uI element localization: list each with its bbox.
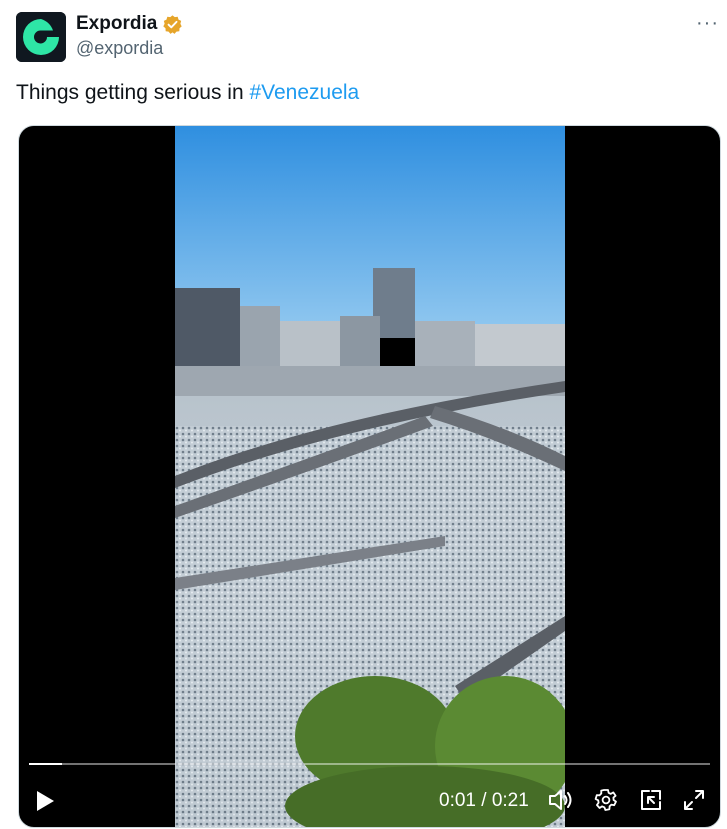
video-still-image bbox=[175, 126, 565, 827]
display-name[interactable]: Expordia bbox=[76, 13, 157, 35]
gear-icon[interactable] bbox=[594, 788, 618, 812]
expordia-logo-icon bbox=[16, 12, 66, 62]
hashtag-link[interactable]: #Venezuela bbox=[249, 81, 359, 104]
current-time: 0:01 bbox=[439, 790, 476, 811]
time-display: 0:01 / 0:21 bbox=[439, 790, 529, 812]
video-player[interactable]: 0:01 / 0:21 bbox=[18, 125, 721, 828]
tweet-body: Things getting serious in bbox=[16, 81, 250, 104]
name-row: Expordia bbox=[76, 13, 183, 35]
more-options-button[interactable]: ··· bbox=[696, 12, 719, 35]
duration: 0:21 bbox=[491, 790, 529, 811]
volume-icon[interactable] bbox=[548, 788, 574, 812]
progress-bar[interactable] bbox=[29, 763, 710, 765]
video-frame[interactable] bbox=[175, 126, 565, 827]
tweet-header: Expordia @expordia ··· bbox=[16, 12, 727, 64]
tweet-text: Things getting serious in #Venezuela bbox=[16, 81, 359, 105]
fullscreen-icon[interactable] bbox=[682, 788, 706, 812]
handle[interactable]: @expordia bbox=[76, 38, 163, 59]
video-controls: 0:01 / 0:21 bbox=[19, 776, 720, 826]
pip-icon[interactable] bbox=[639, 788, 663, 812]
play-icon[interactable] bbox=[35, 790, 55, 812]
progress-fill bbox=[29, 763, 62, 765]
avatar[interactable] bbox=[16, 12, 66, 62]
time-separator: / bbox=[475, 790, 492, 811]
verified-badge-icon[interactable] bbox=[162, 14, 183, 35]
